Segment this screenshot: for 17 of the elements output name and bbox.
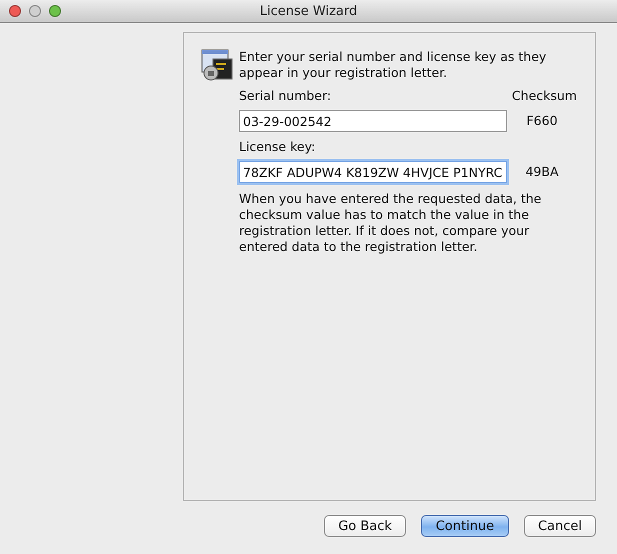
field-label: License key: bbox=[239, 139, 316, 155]
help-text: When you have entered the requested data, the checksum value has to match the value in the registration letter. If it does not, compare your entered data to the registration letter. bbox=[239, 191, 542, 255]
checksum-value: 49BA bbox=[525, 163, 559, 181]
field-label: Serial number: bbox=[239, 88, 332, 104]
dialog-button[interactable]: Continue bbox=[420, 515, 509, 537]
text-field[interactable]: 78ZKF ADUPW4 K819ZW 4HVJCE P1NYRC bbox=[239, 161, 507, 183]
certificate-lock-icon bbox=[201, 49, 233, 81]
dialog-button[interactable]: Cancel bbox=[524, 515, 596, 537]
text-field[interactable]: 03-29-002542 bbox=[239, 110, 507, 132]
minimize-button[interactable] bbox=[29, 5, 41, 17]
checksum-heading: Checksum bbox=[512, 88, 577, 104]
window-title: License Wizard bbox=[260, 4, 358, 18]
checksum-value: F660 bbox=[526, 112, 558, 130]
instructions-text: Enter your serial number and license key as they appear in your registration letter. bbox=[239, 49, 548, 81]
close-button[interactable] bbox=[9, 5, 21, 17]
dialog-button[interactable]: Go Back bbox=[324, 515, 406, 537]
zoom-button[interactable] bbox=[49, 5, 61, 17]
